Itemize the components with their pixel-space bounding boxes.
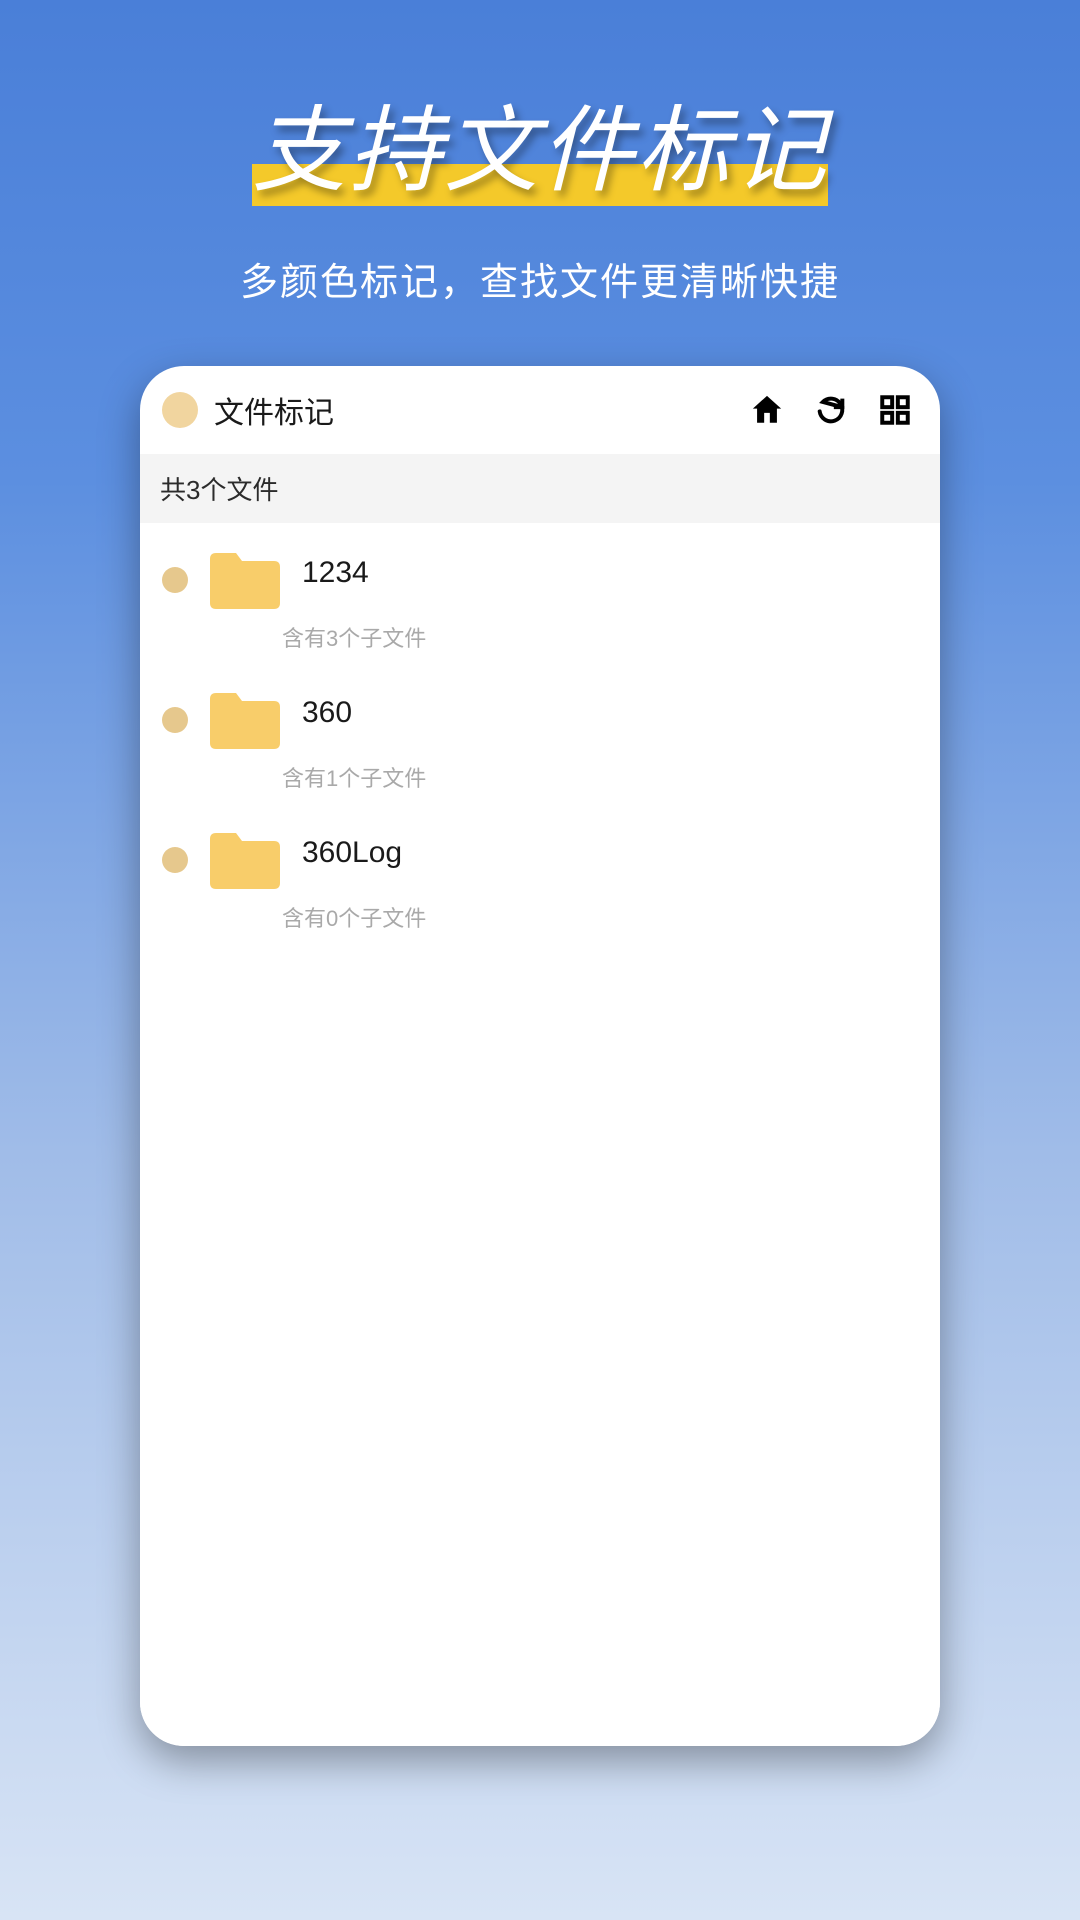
- file-count-summary: 共3个文件: [140, 454, 940, 523]
- file-list: 1234 含有3个子文件 360 含有1个子文件 360Log 含有0个子文件: [140, 523, 940, 1746]
- folder-icon: [208, 829, 282, 891]
- file-text: 360Log: [302, 850, 402, 870]
- file-subcount: 含有0个子文件: [140, 901, 940, 933]
- color-tag-dot: [162, 707, 188, 733]
- folder-icon: [208, 689, 282, 751]
- color-tag-dot: [162, 847, 188, 873]
- color-tag-dot: [162, 567, 188, 593]
- folder-icon: [208, 549, 282, 611]
- file-subcount: 含有1个子文件: [140, 761, 940, 793]
- file-name: 360Log: [302, 836, 402, 870]
- list-item[interactable]: 1234: [140, 523, 940, 611]
- app-window: 文件标记 共3个文件 1234 含有3个子文件: [140, 366, 940, 1746]
- app-header: 文件标记: [140, 366, 940, 454]
- file-text: 1234: [302, 570, 369, 590]
- file-subcount: 含有3个子文件: [140, 621, 940, 653]
- list-item[interactable]: 360Log: [140, 803, 940, 891]
- hero-subtitle: 多颜色标记，查找文件更清晰快捷: [240, 251, 840, 306]
- file-name: 1234: [302, 556, 369, 590]
- home-icon[interactable]: [750, 393, 784, 427]
- list-item[interactable]: 360: [140, 663, 940, 751]
- hero-title-wrap: 支持文件标记: [252, 75, 828, 211]
- refresh-icon[interactable]: [814, 393, 848, 427]
- file-text: 360: [302, 710, 352, 730]
- header-icons: [750, 393, 912, 427]
- file-name: 360: [302, 696, 352, 730]
- app-title: 文件标记: [214, 388, 734, 432]
- grid-view-icon[interactable]: [878, 393, 912, 427]
- hero-title: 支持文件标记: [252, 75, 828, 211]
- header-color-dot[interactable]: [162, 392, 198, 428]
